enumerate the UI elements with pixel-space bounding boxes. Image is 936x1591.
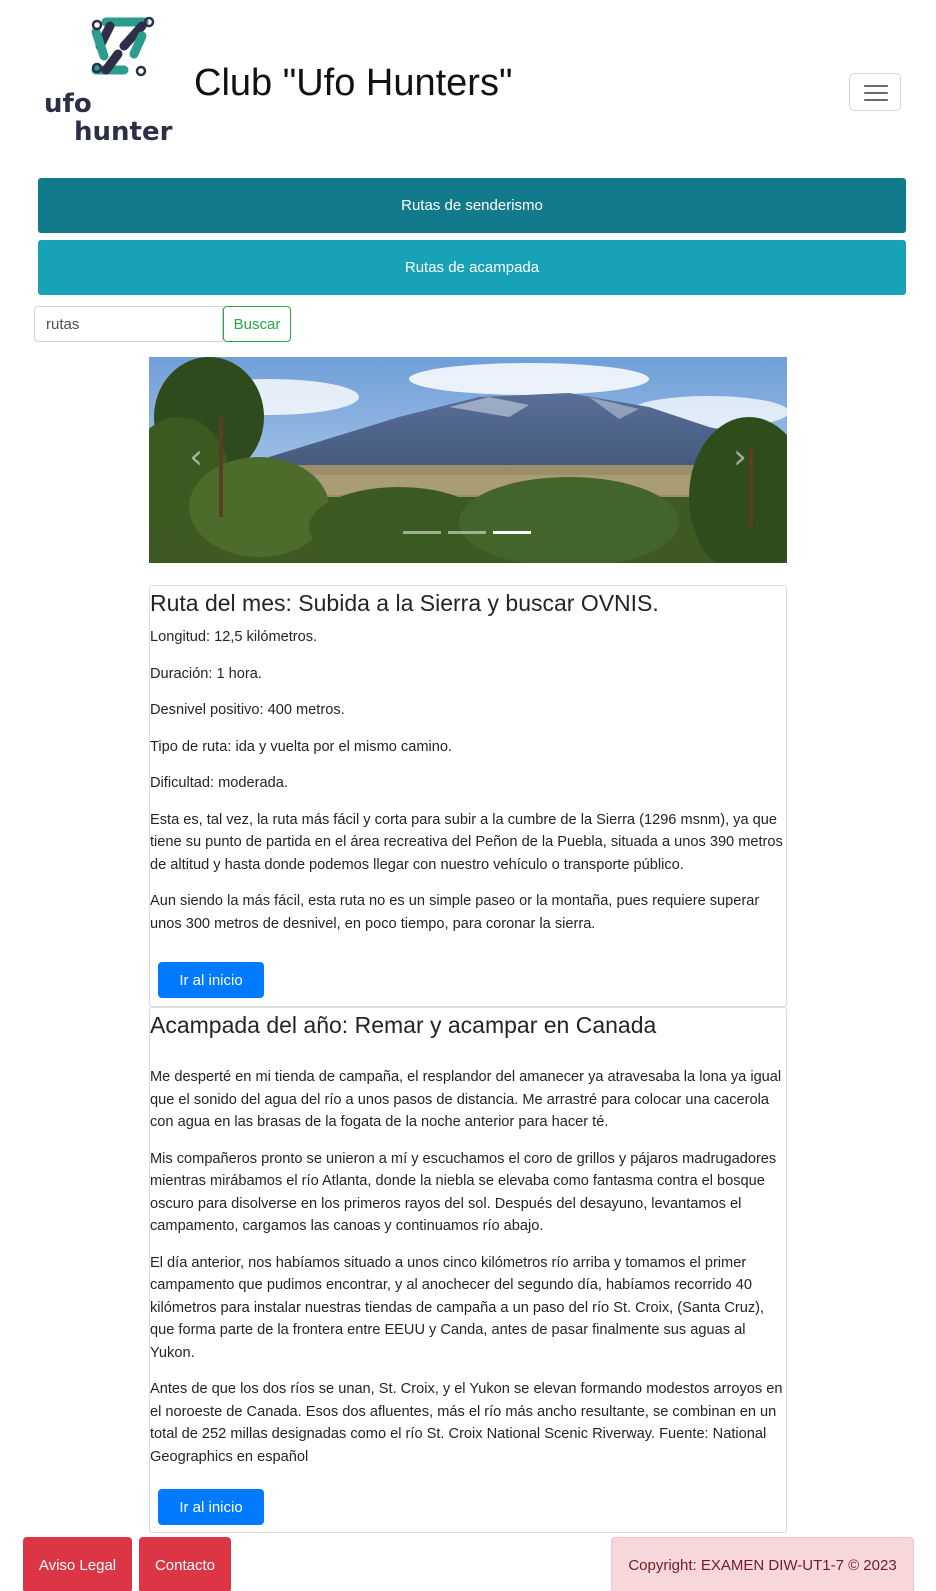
camping-of-year-card: Acampada del año: Remar y acampar en Can… <box>149 1007 787 1533</box>
search-button[interactable]: Buscar <box>223 306 291 342</box>
route-fact: Duración: 1 hora. <box>150 665 262 682</box>
carousel-indicator-3[interactable] <box>493 531 531 534</box>
route-fact: Desnivel positivo: 400 metros. <box>150 702 345 718</box>
contact-button[interactable]: Contacto <box>139 1537 231 1591</box>
image-carousel[interactable]: ‹ › <box>149 357 787 563</box>
hiking-routes-button[interactable]: Rutas de senderismo <box>38 178 906 233</box>
route-fact: Dificultad: moderada. <box>150 775 288 791</box>
go-home-button[interactable]: Ir al inicio <box>158 1489 264 1525</box>
ufo-hunter-logo[interactable]: ufo hunter <box>34 12 184 162</box>
camping-paragraph: El día anterior, nos habíamos situado a … <box>150 1254 765 1361</box>
route-paragraph: Aun siendo la más fácil, esta ruta no es… <box>150 893 760 932</box>
route-fact: Longitud: 12,5 kilómetros. <box>150 629 318 645</box>
carousel-indicator-1[interactable] <box>403 531 441 534</box>
camping-of-year-title: Acampada del año: Remar y acampar en Can… <box>150 1012 657 1038</box>
copyright-notice: Copyright: EXAMEN DIW-UT1-7 © 2023 <box>611 1537 914 1591</box>
route-of-month-card: Ruta del mes: Subida a la Sierra y busca… <box>149 585 787 1007</box>
route-paragraph: Esta es, tal vez, la ruta más fácil y co… <box>150 811 783 873</box>
camping-routes-button[interactable]: Rutas de acampada <box>38 240 906 295</box>
route-of-month-title: Ruta del mes: Subida a la Sierra y busca… <box>150 590 659 616</box>
legal-notice-button[interactable]: Aviso Legal <box>23 1537 132 1591</box>
site-header: ufo hunter Club "Ufo Hunters" <box>34 12 904 162</box>
logo-text-hunter: hunter <box>74 117 173 147</box>
hamburger-icon-bar <box>864 99 888 101</box>
search-input[interactable] <box>34 306 223 342</box>
go-home-button[interactable]: Ir al inicio <box>158 962 264 998</box>
hamburger-icon <box>864 85 888 87</box>
logo-text-ufo: ufo <box>44 89 92 119</box>
chevron-right-icon[interactable]: › <box>725 437 755 477</box>
camping-paragraph: Antes de que los dos ríos se unan, St. C… <box>150 1381 783 1465</box>
camping-paragraph: Mis compañeros pronto se unieron a mí y … <box>150 1150 777 1235</box>
carousel-indicators <box>403 531 531 534</box>
chevron-left-icon[interactable]: ‹ <box>181 437 211 477</box>
carousel-indicator-2[interactable] <box>448 531 486 534</box>
camping-paragraph: Me desperté en mi tienda de campaña, el … <box>150 1069 782 1130</box>
site-title: Club "Ufo Hunters" <box>194 62 513 104</box>
navbar-toggler-button[interactable] <box>849 73 901 111</box>
hamburger-icon-bar <box>864 92 888 94</box>
route-fact: Tipo de ruta: ida y vuelta por el mismo … <box>150 738 453 755</box>
